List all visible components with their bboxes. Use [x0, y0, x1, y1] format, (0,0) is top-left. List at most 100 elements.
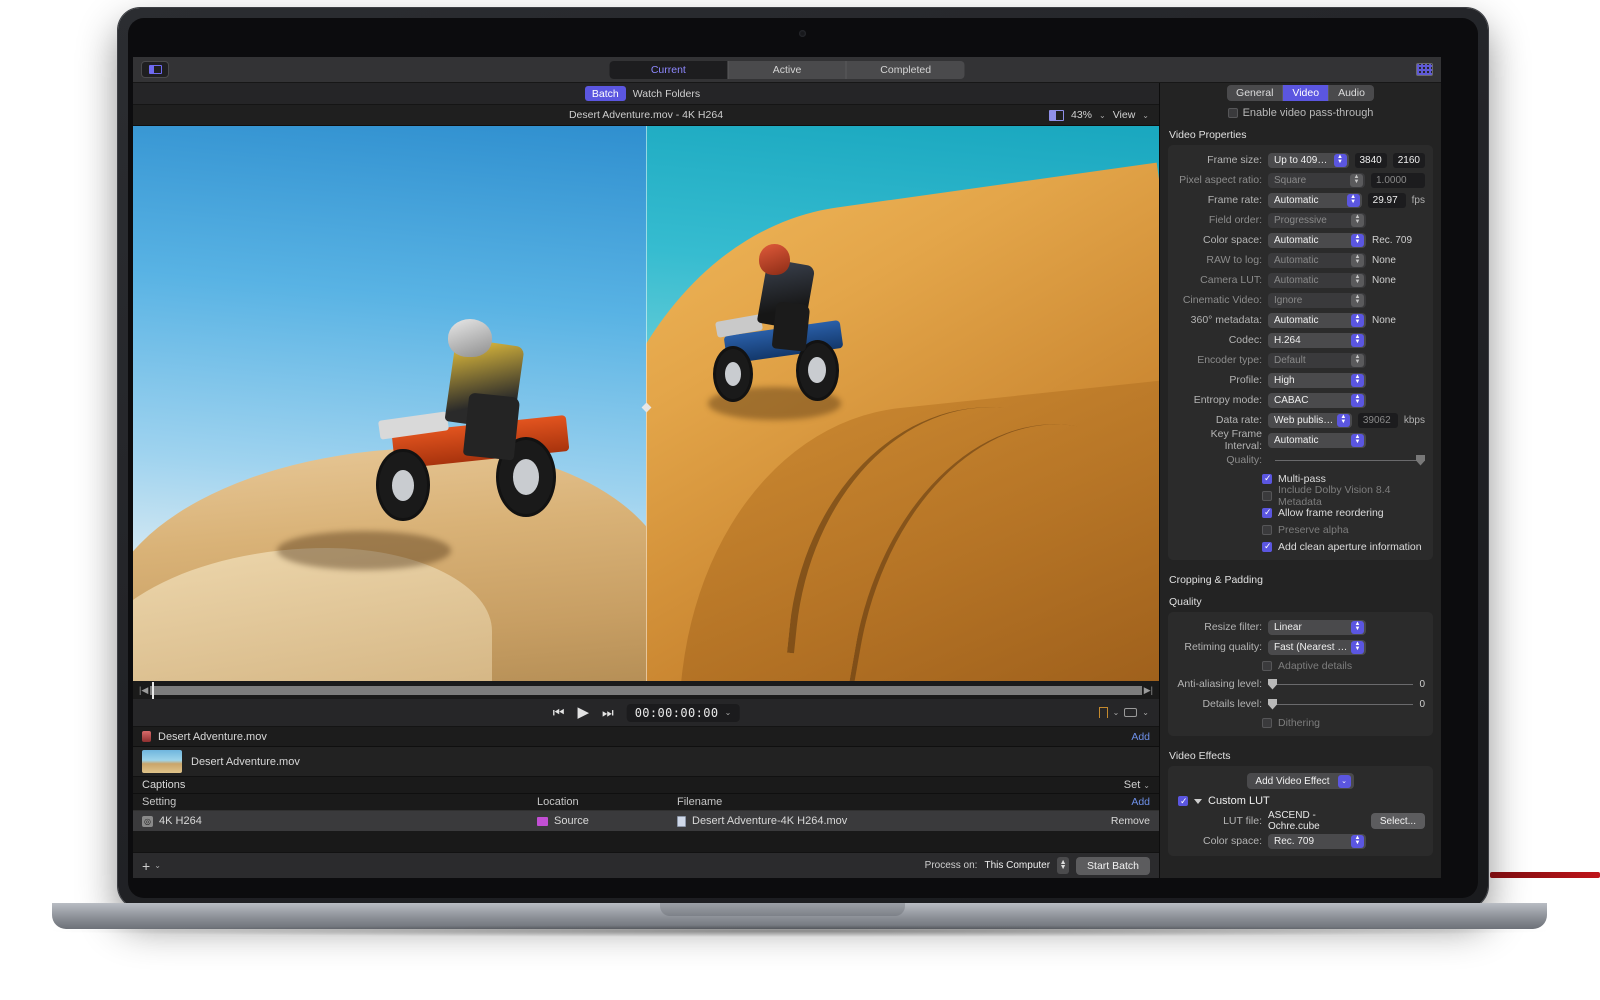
tab-watch-folders[interactable]: Watch Folders — [626, 86, 707, 101]
tab-active[interactable]: Active — [728, 60, 847, 79]
lut-color-space-popup[interactable]: Rec. 709 ▲ ▼ — [1268, 833, 1366, 849]
lut-color-space-stepper[interactable]: ▲ ▼ — [1351, 834, 1364, 848]
frame-width-field[interactable]: 3840 — [1354, 152, 1387, 168]
raw-to-log-popup[interactable]: Automatic ▲ ▼ — [1268, 252, 1366, 268]
marker-chevron-down-icon[interactable]: ⌄ — [1113, 708, 1120, 717]
frame-rate-field[interactable]: 29.97 — [1367, 192, 1406, 208]
encoder-type-stepper[interactable]: ▲ ▼ — [1351, 353, 1364, 367]
checkbox-dolby-vision[interactable]: Include Dolby Vision 8.4 Metadata — [1168, 484, 1433, 508]
add-video-effect-button[interactable]: Add Video Effect ⌄ — [1247, 773, 1354, 789]
timecode-field[interactable]: 00:00:00:00 ⌄ — [626, 703, 740, 722]
tab-completed[interactable]: Completed — [847, 61, 965, 79]
field-order-stepper[interactable]: ▲ ▼ — [1351, 213, 1364, 227]
anti-aliasing-slider[interactable] — [1268, 678, 1414, 690]
captions-row[interactable]: Captions Set ⌄ — [133, 777, 1159, 794]
preserve-alpha-checkbox[interactable] — [1262, 524, 1272, 535]
skip-to-end-icon[interactable]: ⏭ — [602, 706, 614, 719]
frame-height-field[interactable]: 2160 — [1392, 152, 1425, 168]
color-space-stepper[interactable]: ▲ ▼ — [1351, 233, 1364, 247]
start-batch-button[interactable]: Start Batch — [1076, 856, 1150, 875]
remove-button[interactable]: Remove — [1111, 815, 1150, 827]
camera-lut-popup[interactable]: Automatic ▲ ▼ — [1268, 272, 1366, 288]
tab-current[interactable]: Current — [609, 60, 729, 79]
key-frame-interval-popup[interactable]: Automatic ▲ ▼ — [1268, 432, 1366, 448]
data-rate-stepper[interactable]: ▲ ▼ — [1336, 413, 1350, 427]
key-frame-interval-stepper[interactable]: ▲ ▼ — [1351, 433, 1364, 447]
clean-aperture-checkbox[interactable] — [1262, 541, 1272, 552]
scrubber-start-bracket[interactable]: |◀ — [139, 685, 148, 696]
adaptive-details-checkbox[interactable] — [1262, 660, 1272, 671]
job-status-segmented-control[interactable]: Current Active Completed — [609, 60, 965, 79]
inspector-toggle-button[interactable] — [1416, 63, 1433, 76]
sidebar-toggle-button[interactable] — [141, 61, 169, 78]
playhead[interactable] — [152, 681, 155, 699]
scrubber-end-bracket[interactable]: ▶| — [1144, 685, 1153, 696]
quality-slider[interactable] — [1268, 454, 1425, 466]
add-menu[interactable]: + ⌄ — [142, 858, 161, 874]
profile-stepper[interactable]: ▲ ▼ — [1351, 373, 1364, 387]
data-rate-field[interactable]: 39062 — [1357, 412, 1398, 428]
checkbox-dithering[interactable]: Dithering — [1168, 714, 1433, 731]
select-lut-button[interactable]: Select... — [1370, 813, 1425, 829]
row-custom-lut[interactable]: Custom LUT — [1168, 791, 1433, 811]
metadata-360-stepper[interactable]: ▲ ▼ — [1351, 313, 1364, 327]
metadata-360-popup[interactable]: Automatic ▲ ▼ — [1268, 312, 1366, 328]
multi-pass-checkbox[interactable] — [1262, 473, 1272, 484]
add-setting-link[interactable]: Add — [1131, 796, 1150, 808]
batch-job-header[interactable]: Desert Adventure.mov Add — [133, 727, 1159, 747]
pixel-aspect-stepper[interactable]: ▲ ▼ — [1350, 173, 1363, 187]
pixel-aspect-popup[interactable]: Square ▲ ▼ — [1268, 172, 1365, 188]
data-rate-popup[interactable]: Web publishing ▲▼ — [1268, 412, 1352, 428]
marker-icon[interactable] — [1098, 707, 1108, 718]
dithering-checkbox[interactable] — [1262, 717, 1272, 728]
raw-to-log-stepper[interactable]: ▲ ▼ — [1351, 253, 1364, 267]
camera-lut-stepper[interactable]: ▲ ▼ — [1351, 273, 1364, 287]
retiming-quality-popup[interactable]: Fast (Nearest Frame) ▲▼ — [1268, 639, 1366, 655]
encoder-type-popup[interactable]: Default ▲ ▼ — [1268, 352, 1366, 368]
tab-video[interactable]: Video — [1283, 85, 1330, 101]
resize-filter-stepper[interactable]: ▲ ▼ — [1351, 620, 1364, 634]
frame-rate-popup[interactable]: Automatic ▲ ▼ — [1268, 192, 1362, 208]
passthrough-row[interactable]: Enable video pass-through — [1160, 103, 1441, 123]
cinematic-video-popup[interactable]: Ignore ▲ ▼ — [1268, 292, 1366, 308]
play-icon[interactable]: ▶ — [577, 705, 589, 720]
field-order-popup[interactable]: Progressive ▲ ▼ — [1268, 212, 1366, 228]
disclosure-triangle-icon[interactable] — [1194, 798, 1202, 804]
cropping-padding-title[interactable]: Cropping & Padding — [1160, 568, 1441, 590]
tab-batch[interactable]: Batch — [584, 86, 626, 101]
frame-size-popup[interactable]: Up to 4096 x 2304 ▲▼ — [1268, 152, 1349, 168]
view-chevron-down-icon[interactable]: ⌄ — [1142, 111, 1149, 120]
split-view-icon[interactable] — [1049, 109, 1064, 121]
entropy-mode-popup[interactable]: CABAC ▲ ▼ — [1268, 392, 1366, 408]
zoom-level[interactable]: 43% — [1071, 109, 1092, 121]
details-level-slider[interactable] — [1268, 698, 1414, 710]
batch-source-row[interactable]: Desert Adventure.mov — [133, 747, 1159, 777]
captions-set-menu[interactable]: Set ⌄ — [1124, 779, 1150, 791]
tab-general[interactable]: General — [1227, 85, 1284, 101]
retiming-quality-stepper[interactable]: ▲ ▼ — [1351, 640, 1364, 654]
dolby-vision-checkbox[interactable] — [1262, 490, 1272, 501]
codec-popup[interactable]: H.264 ▲ ▼ — [1268, 332, 1366, 348]
checkbox-preserve-alpha[interactable]: Preserve alpha — [1168, 521, 1433, 538]
view-menu-label[interactable]: View — [1113, 109, 1136, 121]
resize-filter-popup[interactable]: Linear ▲ ▼ — [1268, 619, 1366, 635]
timecode-chevron-down-icon[interactable]: ⌄ — [725, 708, 732, 717]
quality-title[interactable]: Quality — [1160, 590, 1441, 612]
frame-rate-stepper[interactable]: ▲ ▼ — [1346, 193, 1360, 207]
video-effects-title[interactable]: Video Effects — [1160, 744, 1441, 766]
frame-size-stepper[interactable]: ▲ ▼ — [1333, 153, 1347, 167]
add-job-link[interactable]: Add — [1131, 731, 1150, 743]
pixel-aspect-field[interactable]: 1.0000 — [1371, 172, 1425, 188]
passthrough-checkbox[interactable] — [1227, 108, 1238, 118]
cinematic-video-stepper[interactable]: ▲ ▼ — [1351, 293, 1364, 307]
table-row[interactable]: ◎ 4K H264 Source Desert Adventure-4K H26… — [133, 811, 1159, 831]
profile-popup[interactable]: High ▲ ▼ — [1268, 372, 1366, 388]
skip-to-start-icon[interactable]: ⏮ — [553, 706, 565, 719]
checkbox-adaptive-details[interactable]: Adaptive details — [1168, 657, 1433, 674]
video-preview-canvas[interactable] — [133, 126, 1159, 681]
checkbox-clean-aperture[interactable]: Add clean aperture information — [1168, 538, 1433, 555]
frame-reordering-checkbox[interactable] — [1262, 507, 1272, 518]
tab-audio[interactable]: Audio — [1329, 85, 1374, 101]
scrubber-track[interactable] — [150, 681, 1142, 699]
color-space-popup[interactable]: Automatic ▲ ▼ — [1268, 232, 1366, 248]
